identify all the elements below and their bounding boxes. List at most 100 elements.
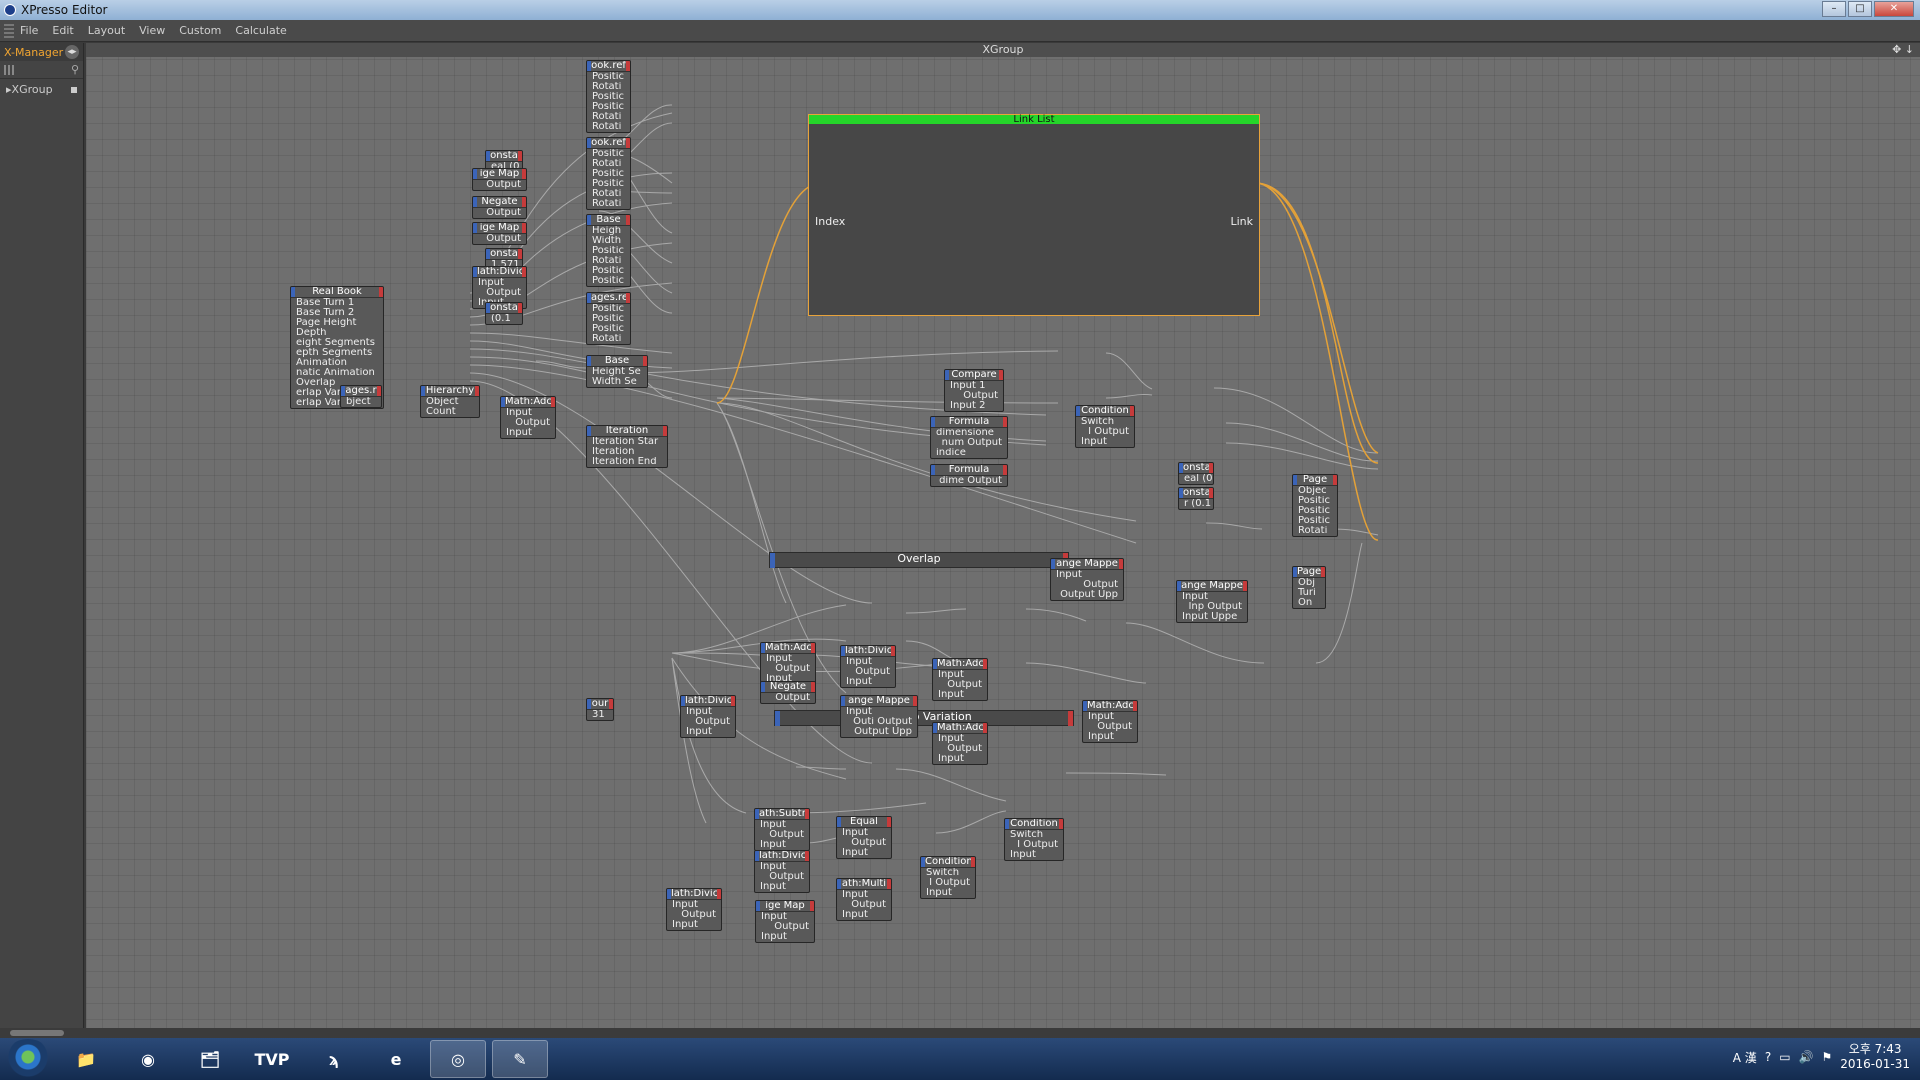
link-port[interactable]: Link bbox=[1230, 215, 1253, 228]
node-port[interactable]: Positic bbox=[587, 266, 630, 276]
node-lath-divic[interactable]: lath:DivicInputOutputInput bbox=[840, 645, 896, 688]
node-port[interactable]: Input bbox=[837, 828, 891, 838]
taskbar-ie-icon[interactable]: e bbox=[368, 1040, 424, 1078]
node-port[interactable]: epth Segments bbox=[291, 348, 383, 358]
node-port[interactable]: Output bbox=[837, 900, 891, 910]
node-port[interactable]: Input bbox=[1177, 592, 1247, 602]
node-port[interactable]: Base Turn 1 bbox=[291, 298, 383, 308]
node-port[interactable]: Positic bbox=[587, 72, 630, 82]
node-port[interactable]: Rotati bbox=[587, 159, 630, 169]
node-formula[interactable]: Formula dimensione num Output indice bbox=[930, 416, 1008, 459]
node-port[interactable]: Output bbox=[501, 418, 555, 428]
scrollbar-thumb[interactable] bbox=[10, 1030, 64, 1036]
node-port[interactable]: Input bbox=[755, 820, 809, 830]
node-port[interactable]: Input bbox=[837, 890, 891, 900]
node-ige-map[interactable]: ige Map Output bbox=[472, 222, 527, 245]
node-base[interactable]: Base Heigh Width Positic Rotati Positic Positi… bbox=[586, 214, 631, 287]
node-port[interactable]: Input bbox=[1051, 570, 1123, 580]
volume-icon[interactable]: 🔊 bbox=[1799, 1050, 1814, 1064]
node-onsta[interactable]: onsta (0.1 bbox=[485, 302, 523, 325]
node-port[interactable]: Input bbox=[841, 677, 895, 687]
node-port[interactable]: eal (0 bbox=[1179, 474, 1213, 484]
node-port[interactable]: Positic bbox=[587, 102, 630, 112]
xpresso-node-editor[interactable]: XGroup ✥ ↓ Link List Index Link Overlap … bbox=[86, 43, 1920, 1028]
node-port[interactable]: Output bbox=[761, 693, 815, 703]
node-port[interactable]: Output bbox=[837, 838, 891, 848]
node-math-adc[interactable]: Math:Adc Input Output Input bbox=[932, 722, 988, 765]
node-port[interactable]: bject bbox=[341, 397, 381, 407]
flag-icon[interactable]: ⚑ bbox=[1821, 1050, 1832, 1064]
taskbar-explorer-icon[interactable]: 📁 bbox=[58, 1040, 114, 1078]
node-ange-mappe[interactable]: ange Mappe Input Inp Output Input Uppe bbox=[1176, 580, 1248, 623]
node-lath-divic[interactable]: lath:DivicInputOutputInput bbox=[666, 888, 722, 931]
maximize-button[interactable]: □ bbox=[1848, 1, 1872, 17]
node-port[interactable]: Output bbox=[473, 208, 526, 218]
node-port[interactable]: Positic bbox=[587, 169, 630, 179]
node-port[interactable]: Output bbox=[473, 180, 526, 190]
node-port[interactable]: Input bbox=[755, 862, 809, 872]
node-port[interactable]: Output bbox=[945, 391, 1003, 401]
menu-file[interactable]: File bbox=[20, 24, 38, 37]
node-port[interactable]: Input bbox=[837, 910, 891, 920]
node-port[interactable]: I Output bbox=[921, 878, 975, 888]
node-port[interactable]: Input 2 bbox=[945, 401, 1003, 411]
node-ath-multi[interactable]: ath:Multi Input Output Input bbox=[836, 878, 892, 921]
taskbar-files-icon[interactable]: 🗂 bbox=[182, 1040, 238, 1078]
node-port[interactable]: Positic bbox=[1293, 516, 1337, 526]
taskbar-cinema4d-icon[interactable]: ◎ bbox=[430, 1040, 486, 1078]
grid-icon[interactable] bbox=[4, 64, 14, 75]
node-port[interactable]: Objec bbox=[1293, 486, 1337, 496]
network-icon[interactable]: ▭ bbox=[1779, 1050, 1790, 1064]
node-port[interactable]: Input bbox=[667, 920, 721, 930]
node-ige-map[interactable]: ige Map Input Output Input bbox=[755, 900, 815, 943]
node-math-adc[interactable]: Math:Adc Input Output Input bbox=[500, 396, 556, 439]
node-port[interactable]: Height Se bbox=[587, 367, 647, 377]
node-page[interactable]: Page Objec Positic Positic Positic Rotati bbox=[1292, 474, 1338, 537]
node-port[interactable]: Rotati bbox=[587, 112, 630, 122]
node-equal[interactable]: Equal Input Output Input bbox=[836, 816, 892, 859]
tree-item-xgroup[interactable]: ▸XGroup bbox=[0, 79, 83, 100]
node-port[interactable]: Positic bbox=[1293, 496, 1337, 506]
node-port[interactable]: Output bbox=[761, 664, 815, 674]
search-icon[interactable]: ⚲ bbox=[71, 63, 79, 76]
node-port[interactable]: Input bbox=[756, 912, 814, 922]
node-port[interactable]: Animation bbox=[291, 358, 383, 368]
node-port[interactable]: eight Segments bbox=[291, 338, 383, 348]
node-port[interactable]: Rotati bbox=[587, 334, 630, 344]
taskbar-app-icon[interactable]: ϡ bbox=[306, 1040, 362, 1078]
node-negate[interactable]: Negate Output bbox=[472, 196, 527, 219]
node-port[interactable]: Count bbox=[421, 407, 479, 417]
node-port[interactable]: Switch bbox=[921, 868, 975, 878]
node-port[interactable]: dimensione bbox=[931, 428, 1007, 438]
node-port[interactable]: Input bbox=[933, 670, 987, 680]
node-port[interactable]: (0.1 bbox=[486, 314, 522, 324]
link-list-node[interactable]: Link List Index Link bbox=[808, 114, 1260, 316]
node-port[interactable]: indice bbox=[931, 448, 1007, 458]
node-formula[interactable]: Formula dime Output bbox=[930, 464, 1008, 487]
node-ange-mappe[interactable]: ange Mappe Input Output Output Upp bbox=[1050, 558, 1124, 601]
node-port[interactable]: Output bbox=[681, 717, 735, 727]
node-ages-re[interactable]: ages.re Positic Positic Positic Rotati bbox=[586, 292, 631, 345]
node-our[interactable]: our 31 bbox=[586, 698, 614, 721]
node-hierarchy[interactable]: Hierarchy Object Count bbox=[420, 385, 480, 418]
node-math-adc[interactable]: Math:Adc Input Output Input bbox=[932, 658, 988, 701]
node-port[interactable]: Rotati bbox=[587, 82, 630, 92]
node-port[interactable]: Input bbox=[933, 690, 987, 700]
node-port[interactable]: Switch bbox=[1076, 417, 1134, 427]
node-port[interactable]: Input bbox=[841, 707, 917, 717]
node-port[interactable]: Positic bbox=[587, 246, 630, 256]
node-port[interactable]: Input bbox=[473, 278, 526, 288]
node-port[interactable]: Rotati bbox=[587, 189, 630, 199]
node-page[interactable]: Page Obj Turi On bbox=[1292, 566, 1326, 609]
node-port[interactable]: Output Upp bbox=[841, 727, 917, 737]
node-port[interactable]: Input bbox=[933, 734, 987, 744]
node-port[interactable]: Output bbox=[1083, 722, 1137, 732]
menu-layout[interactable]: Layout bbox=[88, 24, 125, 37]
node-port[interactable]: I Output bbox=[1076, 427, 1134, 437]
node-math-adc[interactable]: Math:Adc Input Output Input bbox=[1082, 700, 1138, 743]
group-overlap-variation[interactable]: Overlap Variation bbox=[774, 710, 1074, 726]
help-icon[interactable]: ? bbox=[1765, 1050, 1771, 1064]
node-port[interactable]: r (0.1 bbox=[1179, 499, 1213, 509]
node-port[interactable]: Positic bbox=[587, 179, 630, 189]
menu-edit[interactable]: Edit bbox=[52, 24, 73, 37]
